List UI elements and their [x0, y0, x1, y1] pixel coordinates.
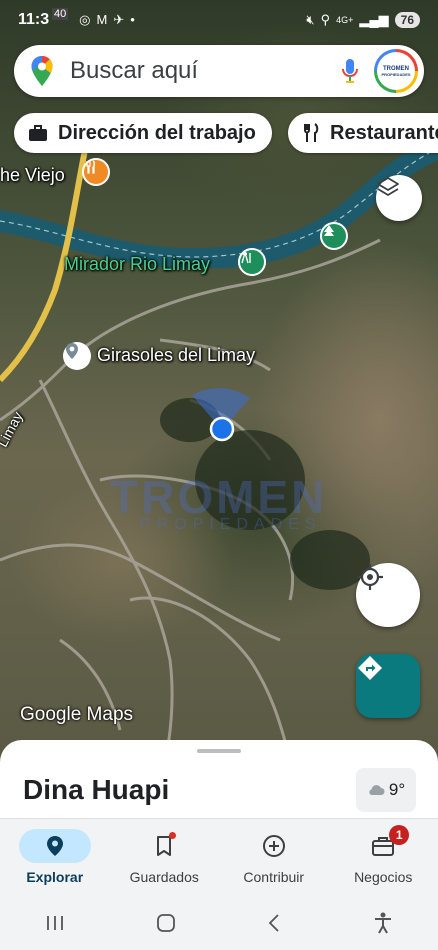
google-maps-attribution: Google Maps — [20, 704, 134, 725]
signal-icon: ▂▄▆ — [359, 12, 389, 27]
avatar-text-bottom: PROPIEDADES — [381, 71, 411, 77]
bottom-navigation: Explorar Guardados Contribuir 1 Negocios — [0, 818, 438, 896]
place-title: Dina Huapi — [23, 774, 170, 805]
nav-explore[interactable]: Explorar — [0, 819, 110, 896]
status-time-overlay: 40 — [52, 8, 69, 20]
nav-saved[interactable]: Guardados — [110, 819, 220, 896]
maps-logo-icon — [14, 55, 70, 87]
back-icon[interactable] — [265, 912, 283, 934]
map-label-mirador[interactable]: Mirador Rio Limay — [64, 254, 210, 275]
network-type: 4G+ — [336, 15, 354, 25]
map-label-girasoles[interactable]: Girasoles del Limay — [97, 345, 255, 366]
weather-temp: 9° — [388, 780, 406, 799]
park-marker-icon[interactable] — [320, 222, 348, 250]
restaurant-marker-icon[interactable] — [82, 158, 110, 186]
more-dot-icon: • — [130, 12, 135, 27]
nav-label: Explorar — [26, 869, 84, 885]
nav-label: Contribuir — [243, 869, 305, 885]
layers-icon — [377, 177, 399, 196]
directions-button[interactable] — [356, 654, 420, 718]
viewpoint-marker-icon[interactable] — [238, 248, 266, 276]
search-input[interactable]: Buscar aquí — [70, 57, 332, 85]
nav-label: Guardados — [129, 869, 199, 885]
status-time: 11:3 — [18, 11, 50, 28]
saved-dot-badge — [169, 832, 177, 839]
status-bar: 11:3 40 ◎ M ✈ • 🔇︎ ⚲ 4G+ ▂▄▆ 76 — [0, 0, 438, 40]
home-icon[interactable] — [155, 912, 177, 934]
notification-icons: ◎ M ✈ • — [79, 12, 135, 28]
gmail-icon: M — [96, 12, 108, 27]
nav-business[interactable]: 1 Negocios — [329, 819, 438, 896]
my-location-button[interactable] — [356, 563, 420, 627]
crosshair-icon — [357, 564, 383, 590]
whatsapp-icon: ◎ — [79, 12, 91, 27]
fork-knife-icon — [302, 123, 320, 143]
briefcase-icon — [28, 124, 48, 142]
chip-label: Restaurante — [330, 121, 438, 144]
avatar-text-top: TROMEN — [383, 65, 409, 72]
mic-icon[interactable] — [332, 58, 368, 84]
location-pin-icon — [46, 836, 63, 856]
nav-label: Negocios — [354, 869, 413, 885]
recents-icon[interactable] — [44, 913, 66, 933]
add-circle-icon — [262, 835, 285, 857]
watermark-sub: PROPIEDADES — [140, 516, 322, 533]
nav-contribute[interactable]: Contribuir — [219, 819, 329, 896]
cloud-icon — [369, 785, 385, 795]
map-label-the-viejo[interactable]: he Viejo — [0, 165, 65, 186]
notification-badge: 1 — [389, 825, 410, 845]
location-status-icon: ⚲ — [320, 12, 331, 27]
account-avatar[interactable]: TROMEN PROPIEDADES — [374, 49, 418, 93]
battery-indicator: 76 — [394, 12, 420, 28]
sheet-drag-handle[interactable] — [197, 749, 241, 753]
system-navigation-bar — [0, 896, 438, 950]
search-bar[interactable]: Buscar aquí TROMEN PROPIEDADES — [14, 45, 424, 97]
directions-icon — [358, 656, 382, 680]
weather-chip[interactable]: 9° — [356, 768, 416, 812]
layers-button[interactable] — [376, 175, 422, 221]
mute-icon: 🔇︎ — [306, 12, 315, 27]
place-marker-icon[interactable] — [63, 342, 91, 370]
accessibility-icon[interactable] — [372, 911, 394, 935]
chip-work-address[interactable]: Dirección del trabajo — [14, 113, 272, 153]
app-icon: ✈ — [113, 12, 125, 27]
bottom-sheet[interactable]: Dina Huapi 9° — [0, 740, 438, 820]
chip-restaurants[interactable]: Restaurante — [288, 113, 438, 153]
chip-label: Dirección del trabajo — [58, 121, 256, 144]
